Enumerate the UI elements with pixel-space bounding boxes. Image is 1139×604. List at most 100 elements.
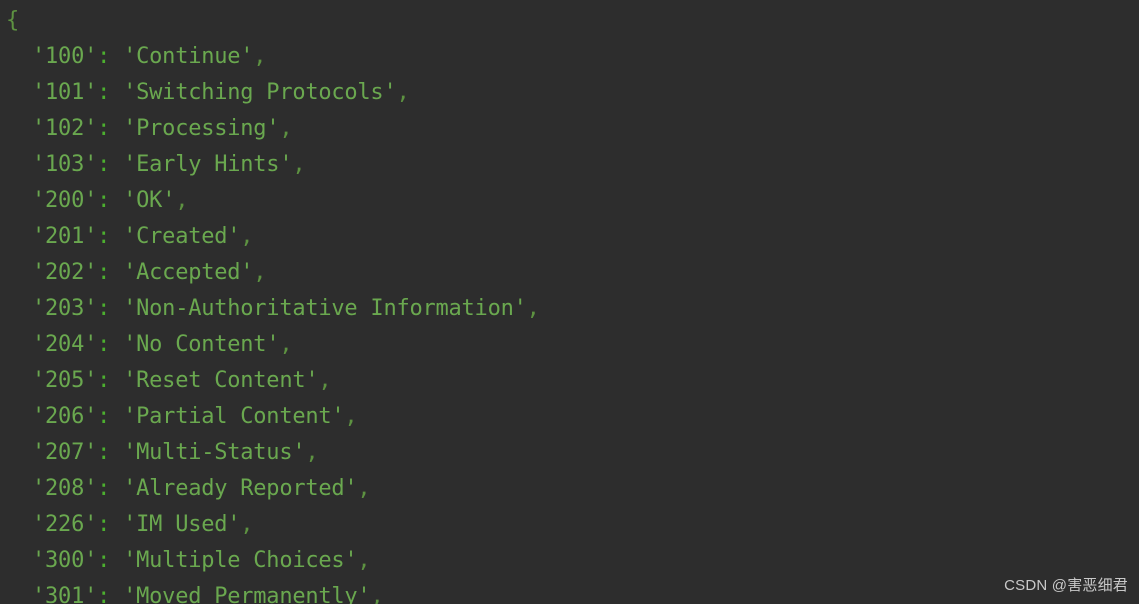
code-line-entry: '201': 'Created', [6,219,540,255]
code-line-entry: '226': 'IM Used', [6,507,540,543]
entry-comma: , [344,404,358,429]
status-reason-phrase: 'Moved Permanently' [123,584,371,604]
status-reason-phrase-text: Multi-Status [136,440,293,465]
status-code-key-text: 201 [45,224,85,249]
status-reason-phrase: 'Accepted' [123,260,254,285]
status-reason-phrase: 'Non-Authoritative Information' [123,296,527,321]
key-value-separator: : [97,404,124,429]
status-reason-phrase-text: Multiple Choices [136,548,345,573]
code-line-brace: { [6,3,540,39]
entry-comma: , [526,296,540,321]
status-code-key-text: 205 [45,368,85,393]
key-value-separator: : [97,548,124,573]
status-reason-phrase-text: Accepted [136,260,241,285]
status-code-key: '203' [32,296,98,321]
status-code-key: '201' [32,224,98,249]
csdn-watermark: CSDN @害恶细君 [1004,577,1128,594]
status-reason-phrase: 'Processing' [123,116,280,141]
status-reason-phrase-text: No Content [136,332,267,357]
status-reason-phrase-text: Switching Protocols [136,80,384,105]
status-reason-phrase-text: Moved Permanently [136,584,358,604]
key-value-separator: : [97,584,124,604]
status-code-key-text: 102 [45,116,85,141]
status-reason-phrase-text: Continue [136,44,241,69]
status-code-key: '102' [32,116,98,141]
status-code-key: '100' [32,44,98,69]
status-code-key-text: 226 [45,512,85,537]
entry-comma: , [253,44,267,69]
status-code-key-text: 202 [45,260,85,285]
status-code-key-text: 206 [45,404,85,429]
status-code-key-text: 208 [45,476,85,501]
key-value-separator: : [97,80,124,105]
status-reason-phrase: 'Early Hints' [123,152,293,177]
status-code-key: '206' [32,404,98,429]
status-code-key: '202' [32,260,98,285]
code-line-entry: '200': 'OK', [6,183,540,219]
status-reason-phrase-text: IM Used [136,512,228,537]
status-reason-phrase: 'Reset Content' [123,368,319,393]
status-code-key: '207' [32,440,98,465]
key-value-separator: : [97,332,124,357]
object-open-brace: { [6,8,20,33]
key-value-separator: : [97,152,124,177]
entry-comma: , [279,116,293,141]
entry-comma: , [396,80,410,105]
status-code-key-text: 207 [45,440,85,465]
code-viewport[interactable]: { '100': 'Continue', '101': 'Switching P… [0,0,1139,604]
key-value-separator: : [97,476,124,501]
status-reason-phrase-text: Reset Content [136,368,306,393]
status-code-key: '300' [32,548,98,573]
entry-comma: , [292,152,306,177]
entry-comma: , [279,332,293,357]
status-code-key-text: 300 [45,548,85,573]
code-line-entry: '207': 'Multi-Status', [6,435,540,471]
code-line-entry: '101': 'Switching Protocols', [6,75,540,111]
entry-comma: , [240,224,254,249]
status-reason-phrase: 'Multi-Status' [123,440,306,465]
entry-comma: , [357,476,371,501]
code-line-entry: '102': 'Processing', [6,111,540,147]
status-reason-phrase: 'IM Used' [123,512,241,537]
status-reason-phrase: 'Continue' [123,44,254,69]
status-code-key: '101' [32,80,98,105]
status-code-key: '226' [32,512,98,537]
code-block[interactable]: { '100': 'Continue', '101': 'Switching P… [6,3,540,604]
entry-comma: , [357,548,371,573]
status-reason-phrase: 'OK' [123,188,176,213]
code-line-entry: '206': 'Partial Content', [6,399,540,435]
status-reason-phrase: 'Already Reported' [123,476,358,501]
code-line-entry: '103': 'Early Hints', [6,147,540,183]
status-code-key: '301' [32,584,97,604]
key-value-separator: : [97,512,124,537]
status-reason-phrase-text: Non-Authoritative Information [136,296,514,321]
key-value-separator: : [97,260,124,285]
key-value-separator: : [97,224,124,249]
status-reason-phrase: 'Multiple Choices' [123,548,358,573]
status-reason-phrase-text: Already Reported [136,476,345,501]
status-code-key: '205' [32,368,98,393]
status-code-key: '204' [32,332,98,357]
key-value-separator: : [97,296,124,321]
code-line-entry: '204': 'No Content', [6,327,540,363]
status-reason-phrase: 'Partial Content' [123,404,345,429]
status-code-key: '208' [32,476,98,501]
key-value-separator: : [97,440,124,465]
key-value-separator: : [97,116,124,141]
status-code-key-text: 301 [45,584,85,604]
code-line-entry: '100': 'Continue', [6,39,540,75]
status-code-key-text: 100 [45,44,85,69]
code-line-entry: '300': 'Multiple Choices', [6,543,540,579]
code-line-entry: '208': 'Already Reported', [6,471,540,507]
